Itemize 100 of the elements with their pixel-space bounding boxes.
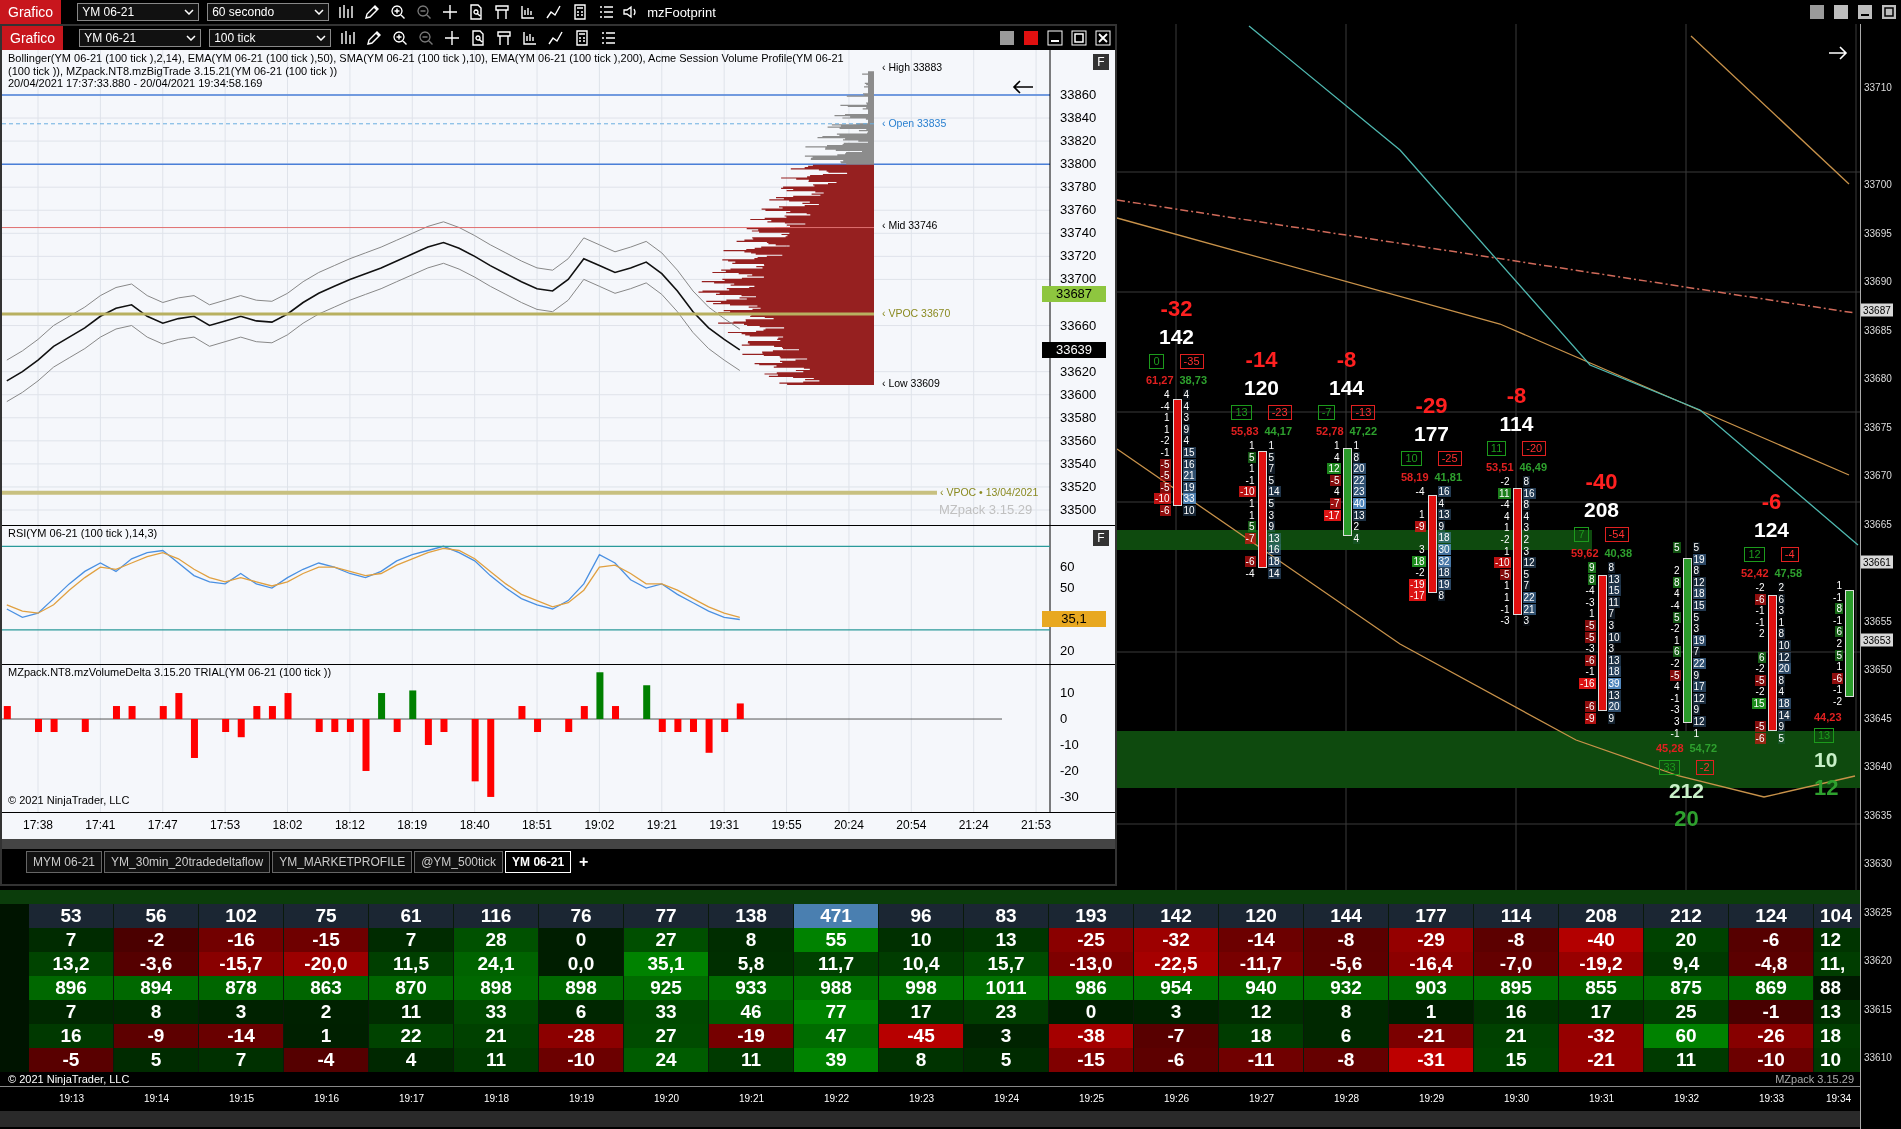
table-cell: 13 (964, 928, 1049, 952)
sell-count: -25 (1437, 450, 1462, 466)
table-cell: 102 (199, 904, 284, 928)
table-cell: 8 (1304, 1000, 1389, 1024)
ask-volume: 7 (1607, 608, 1616, 620)
chart-button[interactable]: Grafico (2, 26, 64, 50)
panel-button[interactable]: F (1093, 54, 1109, 70)
caret-icon (314, 9, 325, 15)
price-label: 33665 (1864, 518, 1892, 529)
time-label: 19:16 (313, 1092, 340, 1106)
table-cell: 208 (1559, 904, 1644, 928)
chart-tab[interactable]: YM_30min_20tradedeltaflow (104, 851, 271, 873)
delta-bar (690, 719, 697, 732)
time-label: 19:27 (1248, 1092, 1275, 1106)
chart-tab[interactable]: MYM 06-21 (26, 851, 103, 873)
table-cell: 7 (29, 1000, 114, 1024)
bid-volume: 2 (1672, 565, 1681, 577)
sell-percent: 52,78 (1315, 425, 1344, 437)
ask-volume: 20 (1607, 701, 1621, 713)
scrollbar[interactable] (2, 839, 1115, 849)
bid-volume: -6 (1754, 593, 1766, 605)
ask-volume: 12 (1692, 692, 1706, 704)
bid-volume: -4 (1584, 585, 1596, 597)
line-chart-icon[interactable] (547, 29, 566, 47)
chart-button[interactable]: Grafico (0, 0, 62, 24)
price-label: 33635 (1864, 809, 1892, 820)
table-cell: 27 (624, 928, 709, 952)
maximize-icon[interactable] (1881, 4, 1897, 20)
ask-volume: 4 (1182, 435, 1191, 447)
table-cell: 144 (1304, 904, 1389, 928)
time-label: 17:41 (84, 818, 117, 832)
version-label: MZpack 3.15.29 (939, 502, 1033, 517)
interval-dropdown[interactable]: 100 tick (209, 29, 332, 47)
table-cell: -7,0 (1474, 952, 1559, 976)
add-tab-button[interactable]: + (573, 853, 595, 871)
time-label: 19:17 (398, 1092, 425, 1106)
interval-dropdown[interactable]: 60 secondo (207, 3, 330, 21)
minimize-icon[interactable] (1857, 4, 1873, 20)
bid-volume: 1 (1247, 497, 1256, 509)
bid-volume: 4 (1502, 510, 1511, 522)
time-label: 17:38 (22, 818, 54, 832)
table-cell: -10 (539, 1048, 624, 1072)
copyright-text: © 2021 NinjaTrader, LLC (8, 794, 130, 806)
table-cell: 15,7 (964, 952, 1049, 976)
delta-bar (222, 719, 230, 732)
bid-volume: 1 (1835, 580, 1843, 591)
panel-title: MZpack.NT8.mzVolumeDelta 3.15.20 TRIAL(YM 06-21 (100 tick )) (8, 666, 332, 679)
ask-volume: 16 (1182, 458, 1196, 470)
panel-button[interactable]: F (1093, 530, 1109, 546)
list-icon[interactable] (597, 3, 616, 21)
square-icon[interactable] (1833, 4, 1849, 20)
axis-label: 10 (1060, 685, 1075, 701)
ask-volume: 15 (1692, 599, 1706, 611)
instrument-dropdown[interactable]: YM 06-21 (77, 3, 200, 21)
arrow-left-icon[interactable] (1012, 80, 1034, 94)
price-label: 33685 (1864, 324, 1892, 335)
square-icon[interactable] (999, 30, 1015, 46)
table-cell: 940 (1219, 976, 1304, 1000)
ask-volume: 5 (1692, 542, 1701, 553)
close-icon[interactable] (1095, 30, 1111, 46)
line-chart-icon[interactable] (545, 3, 564, 21)
chart-tab[interactable]: YM 06-21 (505, 851, 572, 873)
ask-volume: 5 (1267, 497, 1276, 509)
bid-volume: -6 (1244, 555, 1256, 567)
table-cell: -16,4 (1389, 952, 1474, 976)
arrow-right-icon[interactable] (1828, 46, 1848, 60)
table-cell: -45 (879, 1024, 964, 1048)
bar-chart-icon[interactable] (339, 29, 358, 47)
bar-chart-icon[interactable] (337, 3, 356, 21)
bid-volume: -2 (1499, 476, 1511, 487)
price-label: 33700 (1864, 178, 1892, 190)
instrument-dropdown[interactable]: YM 06-21 (79, 29, 202, 47)
square-icon[interactable] (1809, 4, 1825, 20)
table-cell: -11 (1219, 1048, 1304, 1072)
bid-volume: -2 (1499, 533, 1511, 545)
chart-tab[interactable]: @YM_500tick (414, 851, 504, 873)
buy-percent: 47,22 (1349, 425, 1378, 437)
minimize-icon[interactable] (1047, 30, 1063, 46)
crosshair-icon[interactable] (443, 29, 462, 47)
crosshair-icon[interactable] (441, 3, 460, 21)
bid-volume: -7 (1244, 532, 1256, 544)
table-cell: 3 (1134, 1000, 1219, 1024)
table-cell: -7 (1134, 1024, 1219, 1048)
delta-bar (81, 719, 89, 732)
table-cell: -26 (1729, 1024, 1814, 1048)
table-cell: 17 (1559, 1000, 1644, 1024)
ask-volume: 16 (1522, 487, 1536, 499)
ask-volume: 4 (1182, 389, 1191, 400)
table-icon[interactable] (495, 29, 514, 47)
maximize-icon[interactable] (1071, 30, 1087, 46)
table-cell: 4 (369, 1048, 454, 1072)
table-cell: 77 (794, 1000, 879, 1024)
chart-tab[interactable]: YM_MARKETPROFILE (272, 851, 413, 873)
scrollbar[interactable] (0, 1111, 1860, 1127)
list-icon[interactable] (599, 29, 618, 47)
table-icon[interactable] (493, 3, 512, 21)
table-cell: 56 (114, 904, 199, 928)
ask-volume: 12 (1522, 557, 1536, 569)
time-label: 19:20 (653, 1092, 680, 1106)
bid-volume: 1 (1502, 522, 1511, 534)
